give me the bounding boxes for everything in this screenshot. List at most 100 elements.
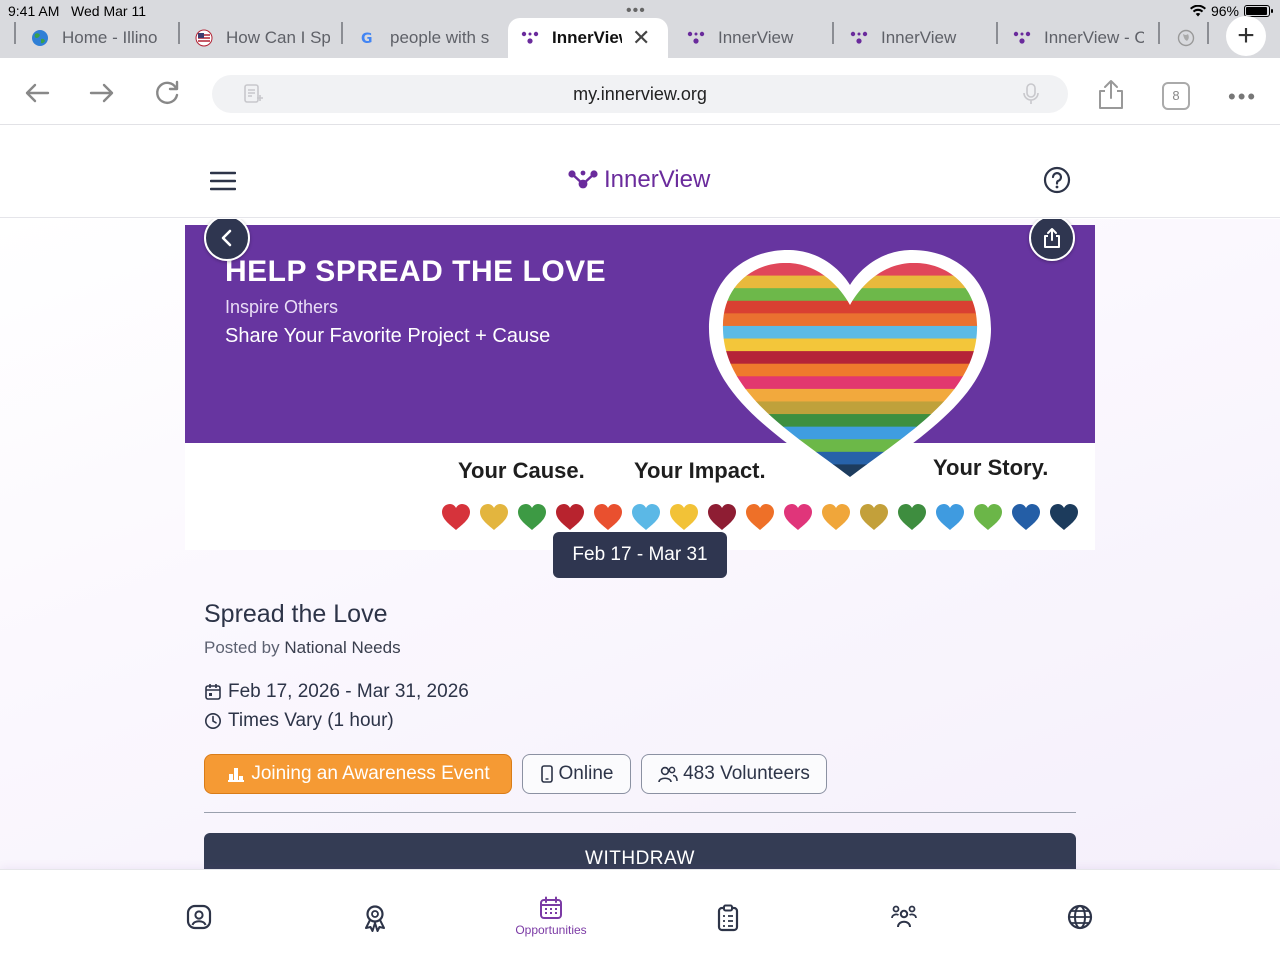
nav-tasks[interactable] (688, 904, 768, 932)
innerview-icon (686, 28, 706, 48)
heart-stripe (722, 439, 978, 453)
reload-icon[interactable] (152, 78, 182, 108)
award-icon (365, 905, 385, 932)
tab-count-button[interactable]: 8 (1162, 82, 1190, 110)
heart-stripe (722, 414, 978, 428)
event-banner-image: HELP SPREAD THE LOVE Inspire Others Shar… (185, 225, 1095, 550)
phone-icon (540, 765, 553, 783)
nav-opportunities[interactable]: Opportunities (511, 896, 591, 937)
people-icon (891, 905, 917, 928)
brand-name: InnerView (604, 166, 711, 193)
withdraw-button[interactable]: WITHDRAW (204, 833, 1076, 869)
calendar-icon (540, 896, 562, 919)
help-icon[interactable] (1043, 166, 1071, 194)
posted-by-line: Posted by National Needs (204, 638, 401, 657)
innerview-logo[interactable]: InnerView (568, 166, 710, 194)
nav-awards[interactable] (335, 904, 415, 932)
chevron-left-icon (221, 229, 232, 247)
microphone-icon[interactable] (1022, 83, 1040, 105)
new-tab-button[interactable]: + (1226, 16, 1266, 56)
heart-icon (442, 504, 470, 530)
clock-icon (205, 713, 221, 729)
heart-stripe (722, 338, 978, 352)
banner-tagline: Share Your Favorite Project + Cause (225, 325, 551, 347)
small-hearts-row (441, 503, 1079, 531)
date-range-line: Feb 17, 2026 - Mar 31, 2026 (204, 681, 469, 703)
tab-google-search[interactable]: G people with s (358, 18, 494, 58)
calendar-icon (205, 684, 221, 700)
heart-stripe (722, 376, 978, 390)
banner-title: HELP SPREAD THE LOVE (225, 255, 607, 288)
svg-text:G: G (361, 31, 373, 47)
innerview-icon (1012, 28, 1032, 48)
time-line: Times Vary (1 hour) (204, 710, 394, 732)
banner-tag-cause: Your Cause. (458, 458, 585, 483)
tab-private-globe[interactable] (1176, 18, 1198, 58)
tab-home-illinois[interactable]: Home - Illino (30, 18, 170, 58)
heart-icon (632, 504, 660, 530)
heart-stripe (722, 313, 978, 327)
organization-link[interactable]: National Needs (284, 638, 400, 657)
google-icon: G (358, 28, 378, 48)
address-bar[interactable]: my.innerview.org (212, 75, 1068, 113)
tab-innerview-active[interactable]: InnerView ✕ (508, 18, 668, 58)
heart-stripe (722, 351, 978, 365)
share-icon (1044, 228, 1060, 248)
banner-tag-story: Your Story. (933, 455, 1049, 480)
profile-icon (186, 904, 212, 930)
location-chip[interactable]: Online (522, 754, 631, 794)
heart-icon (518, 504, 546, 530)
heart-icon (670, 504, 698, 530)
date-range-pill: Feb 17 - Mar 31 (553, 532, 727, 578)
category-chip[interactable]: Joining an Awareness Event (204, 754, 512, 794)
hamburger-menu-icon[interactable] (210, 171, 236, 191)
heart-stripe (722, 363, 978, 377)
clipboard-icon (717, 904, 739, 932)
tab-innerview-2[interactable]: InnerView (686, 18, 826, 58)
nav-community[interactable] (864, 904, 944, 930)
heart-icon (1012, 504, 1040, 530)
globe-icon (1067, 904, 1093, 930)
heart-icon (556, 504, 584, 530)
tab-innerview-3[interactable]: InnerView (849, 18, 989, 58)
heart-stripe (722, 426, 978, 440)
opportunity-detail: HELP SPREAD THE LOVE Inspire Others Shar… (0, 219, 1280, 869)
banner-tag-impact: Your Impact. (634, 458, 766, 483)
heart-icon (822, 504, 850, 530)
nav-language[interactable] (1040, 904, 1120, 930)
heart-icon (594, 504, 622, 530)
volunteers-chip[interactable]: 483 Volunteers (641, 754, 827, 794)
heart-icon (974, 504, 1002, 530)
tab-innerview-4[interactable]: InnerView - C (1012, 18, 1144, 58)
share-icon[interactable] (1096, 78, 1126, 110)
heart-stripe (722, 325, 978, 340)
podium-icon (228, 768, 245, 782)
more-options-icon[interactable]: ••• (1228, 84, 1257, 110)
browser-toolbar: my.innerview.org 8 ••• (0, 58, 1280, 125)
nav-opportunities-label: Opportunities (515, 923, 587, 937)
section-divider (204, 812, 1076, 813)
innerview-icon (520, 28, 540, 48)
heart-icon (898, 504, 926, 530)
forward-arrow-icon[interactable] (87, 78, 117, 108)
heart-icon (860, 504, 888, 530)
innerview-logo-icon (568, 170, 598, 189)
back-arrow-icon[interactable] (22, 78, 52, 108)
tab-strip: Home - Illino How Can I Sp G people with… (0, 12, 1280, 58)
heart-icon (784, 504, 812, 530)
heart-icon (708, 504, 736, 530)
rainbow-heart-graphic (709, 249, 991, 489)
flag-icon (194, 28, 214, 48)
globe-icon (30, 28, 50, 48)
globe-outline-icon (1176, 28, 1196, 48)
banner-subtitle: Inspire Others (225, 297, 339, 317)
tab-close-icon[interactable]: ✕ (632, 25, 650, 51)
tab-how-can-i[interactable]: How Can I Sp (194, 18, 330, 58)
heart-icon (936, 504, 964, 530)
opportunity-title: Spread the Love (204, 600, 388, 628)
browser-top-bar: 9:41 AM Wed Mar 11 ••• 96% Home - Illino… (0, 0, 1280, 58)
url-text: my.innerview.org (573, 84, 707, 104)
innerview-icon (849, 28, 869, 48)
heart-icon (480, 504, 508, 530)
nav-profile[interactable] (159, 904, 239, 930)
